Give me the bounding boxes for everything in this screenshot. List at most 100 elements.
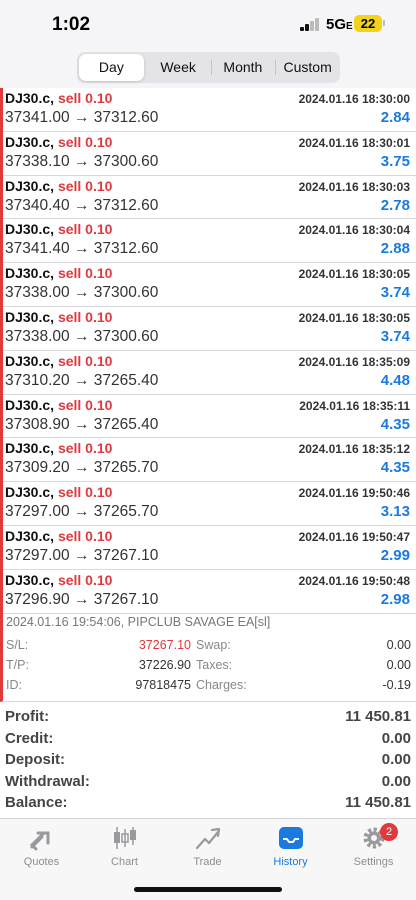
- taxes-label: Taxes:: [196, 658, 233, 672]
- deal-row[interactable]: DJ30.c, sell 0.10 2024.01.16 18:30:05 37…: [0, 263, 416, 307]
- deal-symbol: DJ30.c,: [5, 133, 55, 150]
- deal-row[interactable]: DJ30.c, sell 0.10 2024.01.16 19:50:48 37…: [0, 569, 416, 614]
- deal-symbol: DJ30.c,: [5, 221, 55, 238]
- deal-row[interactable]: DJ30.c, sell 0.10 2024.01.16 18:30:03 37…: [0, 175, 416, 220]
- charges-label: Charges:: [196, 678, 247, 692]
- swap-value: 0.00: [386, 638, 411, 652]
- detail-row-sl-swap: S/L: 37267.10 Swap: 0.00: [6, 638, 416, 658]
- deal-profit: 4.35: [380, 459, 410, 477]
- deal-symbol: DJ30.c,: [5, 571, 55, 588]
- total-withdrawal-value: 0.00: [381, 772, 411, 790]
- total-deposit-value: 0.00: [381, 751, 411, 768]
- deal-datetime: 2024.01.16 19:50:47: [298, 529, 410, 544]
- sl-value: 37267.10: [138, 638, 191, 652]
- deal-symbol: DJ30.c,: [5, 527, 55, 544]
- cellular-signal-icon: [300, 18, 320, 31]
- detail-row-id-charges: ID: 97818475 Charges: -0.19: [6, 678, 416, 698]
- deal-prices: 37309.20 → 37265.70: [5, 459, 159, 477]
- charges-value: -0.19: [382, 678, 412, 692]
- deal-side: sell 0.10: [57, 133, 113, 150]
- total-profit-label: Profit:: [5, 708, 50, 725]
- deal-profit: 3.13: [380, 503, 410, 521]
- total-profit-value: 11 450.81: [345, 708, 411, 725]
- deal-side: sell 0.10: [57, 440, 113, 457]
- deal-row[interactable]: DJ30.c, sell 0.10 2024.01.16 18:30:01 37…: [0, 131, 416, 176]
- deal-prices: 37341.40 → 37312.60: [5, 240, 159, 258]
- deal-side: sell 0.10: [57, 177, 113, 194]
- deal-datetime: 2024.01.16 18:30:03: [298, 179, 410, 194]
- deal-datetime: 2024.01.16 18:30:05: [298, 267, 410, 282]
- deal-datetime: 2024.01.16 18:30:04: [298, 223, 410, 238]
- deal-row[interactable]: DJ30.c, sell 0.10 2024.01.16 18:35:12 37…: [0, 438, 416, 483]
- deal-row[interactable]: DJ30.c, sell 0.10 2024.01.16 18:30:05 37…: [0, 306, 416, 351]
- deal-row[interactable]: DJ30.c, sell 0.10 2024.01.16 18:35:09 37…: [0, 350, 416, 395]
- deal-datetime: 2024.01.16 19:50:46: [298, 486, 410, 501]
- deal-row[interactable]: DJ30.c, sell 0.10 2024.01.16 18:30:00 37…: [0, 88, 416, 132]
- tabbar-history[interactable]: History: [249, 825, 332, 868]
- total-profit-row: Profit: 11 450.81: [0, 708, 416, 730]
- tabbar-chart[interactable]: Chart: [83, 825, 166, 868]
- deal-profit: 3.75: [380, 152, 410, 170]
- tab-day[interactable]: Day: [79, 54, 144, 81]
- deal-symbol: DJ30.c,: [5, 484, 55, 501]
- deal-datetime: 2024.01.16 18:30:05: [298, 310, 410, 325]
- deal-symbol: DJ30.c,: [5, 265, 55, 282]
- tp-label: T/P:: [6, 658, 29, 672]
- deal-prices: 37338.00 → 37300.60: [5, 327, 159, 345]
- deal-comment: 2024.01.16 19:54:06, PIPCLUB SAVAGE EA[s…: [6, 615, 271, 629]
- tab-month[interactable]: Month: [210, 52, 276, 83]
- tabbar-trade[interactable]: Trade: [166, 825, 249, 868]
- taxes-value: 0.00: [386, 658, 411, 672]
- candlestick-icon: [113, 827, 136, 849]
- deal-symbol: DJ30.c,: [5, 177, 55, 194]
- deal-prices: 37308.90 → 37265.40: [5, 415, 159, 433]
- deal-profit: 4.48: [380, 371, 410, 389]
- deal-datetime: 2024.01.16 18:35:09: [298, 354, 410, 369]
- deal-profit: 2.88: [380, 240, 410, 258]
- id-label: ID:: [6, 678, 22, 692]
- inbox-icon: [278, 827, 303, 849]
- tabbar-quotes[interactable]: Quotes: [0, 825, 83, 868]
- deal-symbol: DJ30.c,: [5, 308, 55, 325]
- deal-row[interactable]: DJ30.c, sell 0.10 2024.01.16 19:50:46 37…: [0, 482, 416, 526]
- total-deposit-label: Deposit:: [5, 751, 65, 768]
- deal-side: sell 0.10: [57, 571, 113, 588]
- deal-row[interactable]: DJ30.c, sell 0.10 2024.01.16 18:30:04 37…: [0, 219, 416, 264]
- deal-prices: 37338.00 → 37300.60: [5, 284, 159, 302]
- swap-label: Swap:: [196, 638, 231, 652]
- tab-custom[interactable]: Custom: [275, 52, 340, 83]
- deal-datetime: 2024.01.16 18:30:00: [298, 92, 410, 106]
- deal-row[interactable]: DJ30.c, sell 0.10 2024.01.16 19:50:47 37…: [0, 525, 416, 570]
- deal-profit: 2.78: [380, 196, 410, 214]
- deal-datetime: 2024.01.16 18:35:11: [299, 398, 410, 413]
- tabbar-history-label: History: [273, 856, 308, 868]
- deal-profit: 3.74: [380, 327, 410, 345]
- tp-value: 37226.90: [138, 658, 191, 672]
- total-credit-label: Credit:: [5, 729, 54, 747]
- deal-prices: 37297.00 → 37265.70: [5, 503, 159, 521]
- tabbar-quotes-label: Quotes: [23, 856, 60, 868]
- tabbar-chart-label: Chart: [111, 856, 138, 868]
- deal-symbol: DJ30.c,: [5, 396, 55, 413]
- deal-prices: 37310.20 → 37265.40: [5, 371, 159, 389]
- sl-label: S/L:: [6, 638, 29, 652]
- deal-row[interactable]: DJ30.c, sell 0.10 2024.01.16 18:35:11 37…: [0, 394, 416, 439]
- deal-datetime: 2024.01.16 19:50:48: [298, 573, 410, 588]
- deal-symbol: DJ30.c,: [5, 90, 55, 106]
- settings-badge: 2: [380, 823, 398, 841]
- status-bar: 1:02 5GE 22: [0, 0, 416, 48]
- home-indicator: [134, 887, 282, 892]
- battery-icon: 22: [354, 15, 382, 32]
- deal-profit: 2.84: [380, 109, 410, 126]
- deal-profit: 2.98: [380, 590, 410, 608]
- tabbar-trade-label: Trade: [193, 856, 222, 868]
- deal-side: sell 0.10: [57, 308, 113, 325]
- deal-profit: 4.35: [380, 415, 410, 433]
- tab-week[interactable]: Week: [146, 52, 211, 83]
- deals-list: DJ30.c, sell 0.10 2024.01.16 18:30:00 37…: [0, 88, 416, 614]
- tabbar-settings[interactable]: 2 Settings: [332, 823, 415, 868]
- deal-side: sell 0.10: [57, 396, 113, 413]
- battery-tip: [383, 20, 385, 26]
- deal-detail-panel[interactable]: 2024.01.16 19:54:06, PIPCLUB SAVAGE EA[s…: [0, 612, 416, 702]
- total-credit-row: Credit: 0.00: [0, 730, 416, 752]
